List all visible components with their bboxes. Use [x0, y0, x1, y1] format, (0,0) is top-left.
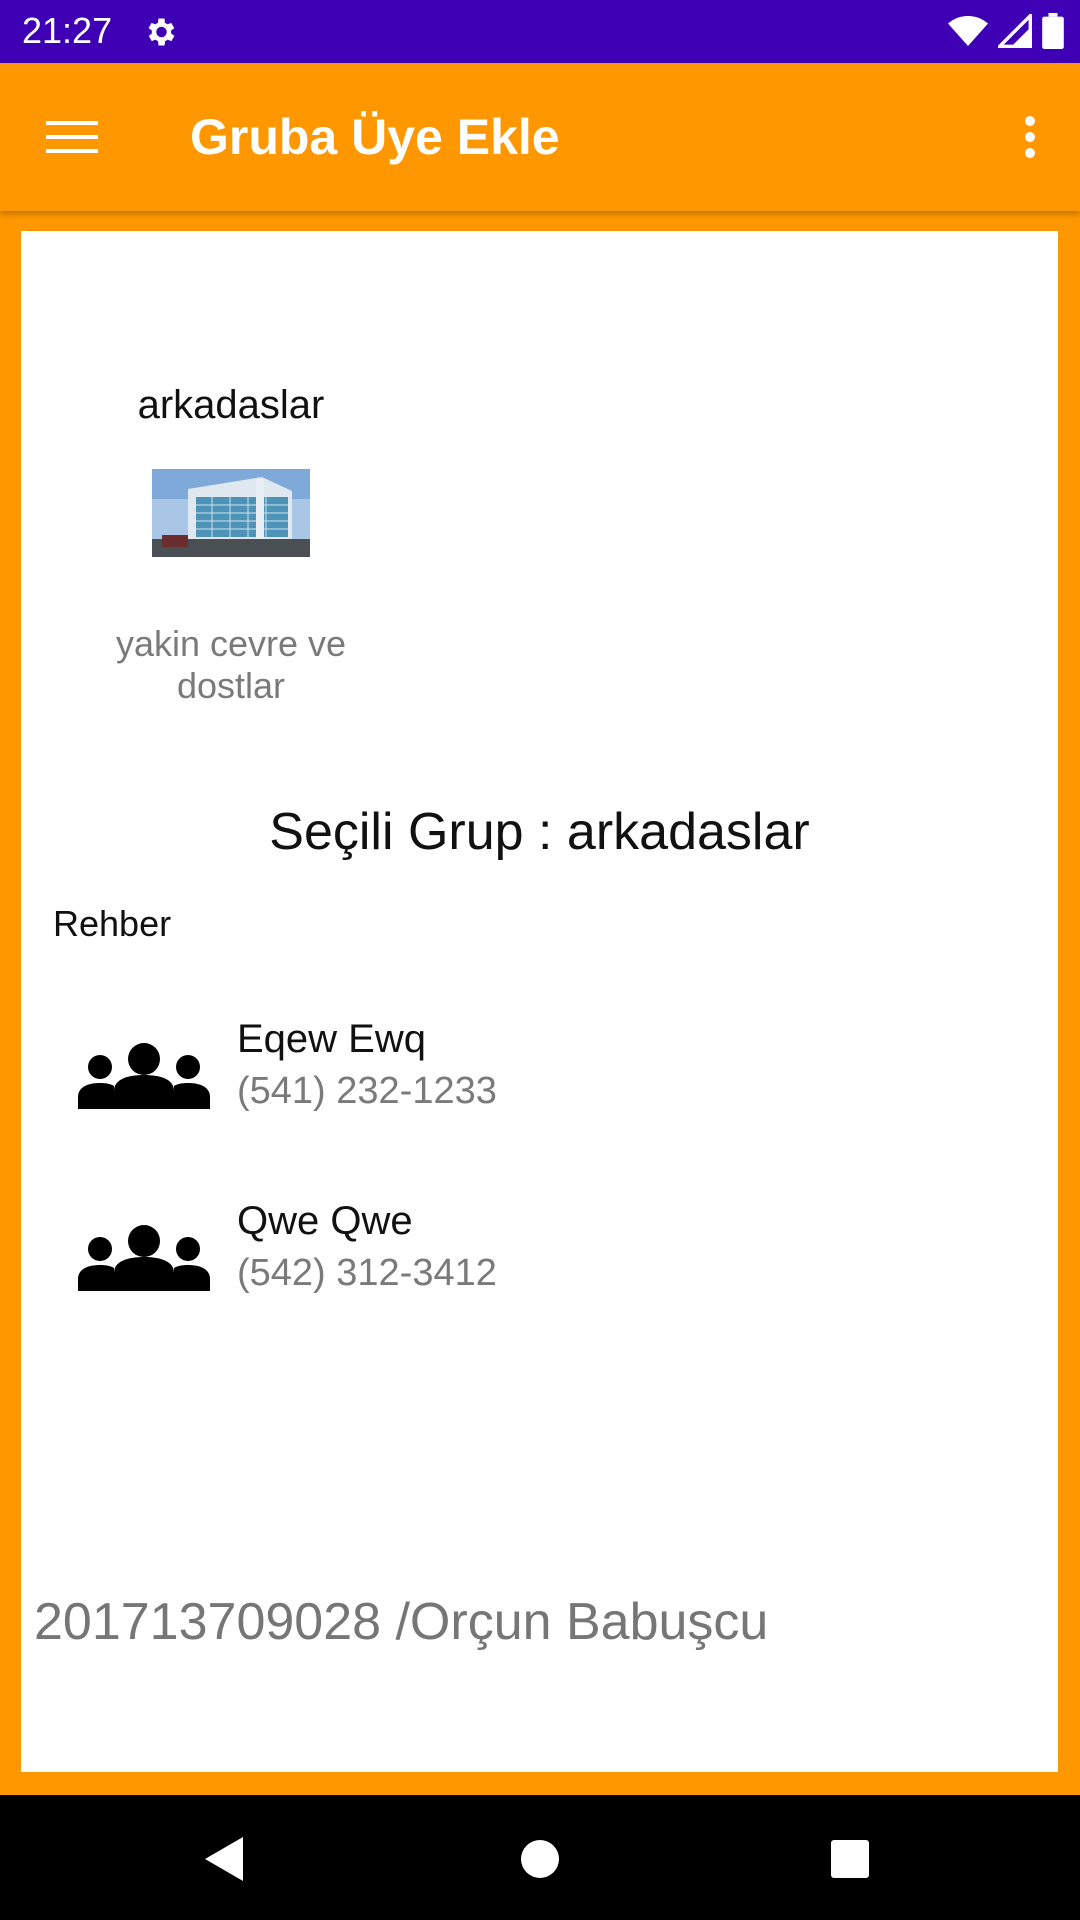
overflow-menu-button[interactable]: [1006, 107, 1054, 167]
contacts-section-label: Rehber: [53, 903, 172, 944]
recents-icon: [831, 1840, 869, 1878]
app-bar: Gruba Üye Ekle: [0, 63, 1080, 211]
overflow-menu-icon: [1025, 116, 1035, 158]
back-button[interactable]: [195, 1829, 255, 1889]
wifi-icon: [948, 16, 988, 46]
back-icon: [205, 1837, 243, 1881]
settings-gear-icon: [148, 18, 175, 46]
group-icon: [78, 1043, 210, 1109]
group-name: arkadaslar: [137, 383, 325, 427]
contact-item[interactable]: Qwe Qwe (542) 312-3412: [51, 1193, 651, 1323]
app-title: Gruba Üye Ekle: [190, 109, 560, 165]
content-frame: arkadaslar yakin cevre ve dostlar Seçili…: [0, 211, 1080, 1795]
selected-group-label: Seçili Grup : arkadaslar: [269, 803, 810, 861]
group-item[interactable]: arkadaslar yakin cevre ve dostlar: [91, 381, 371, 707]
contact-phone: (542) 312-3412: [237, 1252, 497, 1294]
home-button[interactable]: [510, 1829, 570, 1889]
hamburger-menu-icon: [46, 121, 98, 153]
recents-button[interactable]: [820, 1829, 880, 1889]
system-nav-bar: [0, 1795, 1080, 1920]
cell-signal-icon: [998, 14, 1032, 48]
contact-name: Eqew Ewq: [237, 1017, 426, 1061]
status-icons: [948, 12, 1064, 50]
content-card: arkadaslar yakin cevre ve dostlar Seçili…: [21, 231, 1058, 1772]
battery-icon: [1042, 13, 1064, 49]
group-image: [152, 469, 310, 557]
contact-phone: (541) 232-1233: [237, 1070, 497, 1112]
status-bar: 21:27: [0, 0, 1080, 63]
hamburger-menu-button[interactable]: [36, 107, 108, 167]
status-time: 21:27: [22, 10, 113, 51]
footer-credit: 201713709028 /Orçun Babuşcu: [34, 1593, 769, 1651]
group-description: yakin cevre ve dostlar: [115, 623, 347, 706]
group-icon: [78, 1225, 210, 1291]
contact-item[interactable]: Eqew Ewq (541) 232-1233: [51, 1011, 651, 1141]
home-icon: [521, 1840, 559, 1878]
building-photo: [152, 469, 310, 557]
contact-name: Qwe Qwe: [237, 1199, 413, 1243]
